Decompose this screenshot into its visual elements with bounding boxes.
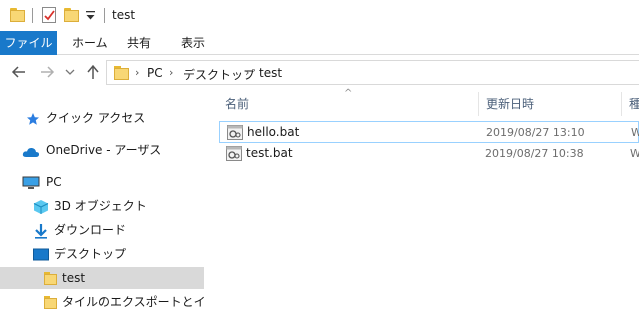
nav-item-downloads[interactable]: ダウンロード (0, 219, 205, 241)
nav-item-quick-access[interactable]: クイック アクセス (0, 107, 205, 129)
address-row: › PC › デスクトップ › test (0, 55, 639, 92)
breadcrumb-separator-icon[interactable]: › (135, 66, 139, 79)
breadcrumb-separator-icon[interactable]: › (169, 66, 173, 79)
nav-label: OneDrive - アーザス (46, 143, 162, 157)
quick-access-star-icon (26, 111, 42, 125)
pc-monitor-icon (22, 175, 40, 189)
nav-item-desktop[interactable]: デスクトップ (0, 243, 205, 265)
nav-item-tile-export-import[interactable]: タイルのエクスポートとインポート (0, 291, 205, 313)
breadcrumb-separator-icon[interactable]: › (245, 66, 249, 79)
breadcrumb-pc[interactable]: PC (147, 66, 163, 80)
tab-share[interactable]: 共有 (127, 31, 151, 55)
column-divider[interactable] (621, 92, 622, 116)
column-header-modified[interactable]: 更新日時 (486, 92, 534, 116)
nav-label: ダウンロード (54, 223, 127, 237)
nav-item-pc[interactable]: PC (0, 171, 205, 193)
file-list: ^ 名前 更新日時 種 hello.bat 2019/08/27 13:10 W… (210, 88, 639, 320)
download-arrow-icon (33, 223, 49, 239)
up-arrow-icon[interactable] (84, 63, 102, 81)
forward-arrow-icon[interactable] (38, 63, 56, 81)
nav-item-3d-objects[interactable]: 3D オブジェクト (0, 195, 205, 217)
new-folder-icon[interactable] (64, 8, 79, 22)
folder-icon (10, 8, 25, 22)
recent-locations-chevron-icon[interactable] (64, 63, 76, 81)
toolbar-separator (32, 8, 33, 23)
customize-toolbar-dropdown-icon[interactable] (86, 10, 95, 20)
nav-item-partial (0, 315, 205, 320)
address-bar[interactable]: › PC › デスクトップ › test (106, 60, 639, 85)
column-header-type[interactable]: 種 (629, 92, 639, 116)
folder-icon (44, 295, 60, 309)
nav-label: PC (46, 175, 62, 189)
breadcrumb-test[interactable]: test (259, 66, 282, 80)
title-bar: test (0, 0, 639, 31)
nav-label: デスクトップ (54, 247, 127, 261)
file-row[interactable]: test.bat 2019/08/27 10:38 W (219, 143, 639, 165)
file-name: test.bat (246, 146, 293, 160)
3d-objects-icon (33, 199, 49, 214)
file-row[interactable]: hello.bat 2019/08/27 13:10 W (219, 121, 639, 143)
ribbon-tabs: ファイル ホーム 共有 表示 (0, 31, 639, 55)
file-modified: 2019/08/27 10:38 (485, 147, 584, 160)
nav-label: タイルのエクスポートとインポート (62, 295, 205, 309)
toolbar-separator (104, 8, 105, 23)
column-header-name[interactable]: 名前 (225, 92, 249, 116)
nav-label: クイック アクセス (46, 111, 146, 125)
file-name: hello.bat (247, 125, 300, 139)
back-arrow-icon[interactable] (10, 63, 28, 81)
file-modified: 2019/08/27 13:10 (486, 126, 585, 139)
nav-label: test (62, 271, 86, 285)
window-title: test (112, 8, 136, 22)
folder-icon (114, 66, 129, 80)
file-type: W (631, 126, 639, 139)
batch-file-gear-icon (226, 146, 242, 161)
batch-file-gear-icon (227, 125, 243, 140)
tab-home[interactable]: ホーム (72, 31, 108, 55)
tab-view[interactable]: 表示 (181, 31, 205, 55)
file-type: W (630, 147, 639, 160)
sort-ascending-chevron-icon: ^ (344, 88, 353, 99)
nav-label: 3D オブジェクト (54, 199, 147, 213)
desktop-icon (33, 247, 49, 261)
folder-icon (44, 271, 60, 285)
nav-item-test[interactable]: test (0, 267, 204, 289)
tab-file[interactable]: ファイル (0, 31, 57, 55)
column-divider[interactable] (478, 92, 479, 116)
nav-item-onedrive[interactable]: OneDrive - アーザス (0, 139, 205, 161)
navigation-pane: クイック アクセス OneDrive - アーザス PC 3D オブジェクト ダ… (0, 92, 205, 320)
properties-checkmark-icon[interactable] (42, 7, 56, 23)
onedrive-cloud-icon (22, 143, 40, 157)
